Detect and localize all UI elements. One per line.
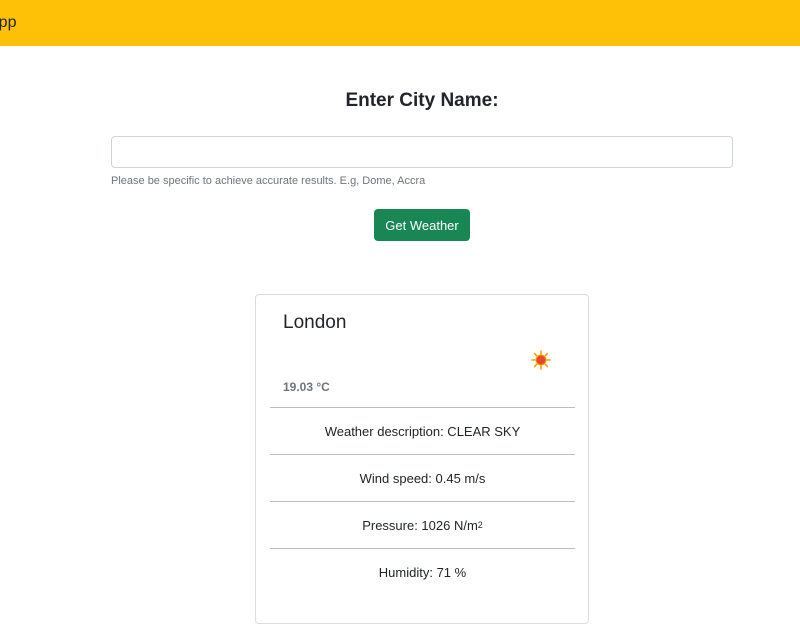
weather-details-list: Weather description: CLEAR SKY Wind spee… <box>270 407 575 595</box>
humidity-text: Humidity: 71 % <box>378 564 467 580</box>
temperature-value: 19.03 °C <box>283 380 330 394</box>
pressure-item: Pressure: 1026 N/m 2 <box>270 501 575 548</box>
weather-card: London 19.03 °C Weather description: CLE… <box>255 294 589 624</box>
wind-speed-text: Wind speed: 0.45 m/s <box>359 470 486 486</box>
pressure-text: Pressure: 1026 N/m <box>362 517 478 533</box>
top-navbar: App <box>0 0 800 46</box>
weather-description-item: Weather description: CLEAR SKY <box>270 407 575 454</box>
weather-description-text: Weather description: CLEAR SKY <box>324 423 521 439</box>
get-weather-button[interactable]: Get Weather <box>374 209 470 241</box>
city-name: London <box>283 312 347 333</box>
humidity-item: Humidity: 71 % <box>270 548 575 595</box>
city-input-help-text: Please be specific to achieve accurate r… <box>111 175 426 187</box>
city-name-input[interactable] <box>111 136 733 168</box>
page-title: Enter City Name: <box>345 90 499 111</box>
pressure-unit-exponent: 2 <box>477 520 483 530</box>
wind-speed-item: Wind speed: 0.45 m/s <box>270 454 575 501</box>
navbar-brand[interactable]: App <box>0 13 16 33</box>
sun-icon <box>531 350 551 370</box>
